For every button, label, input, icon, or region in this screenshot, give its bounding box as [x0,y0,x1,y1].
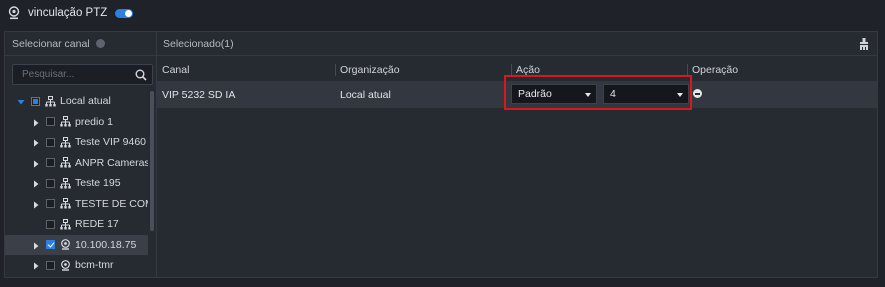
tree-item[interactable]: ANPR Cameras [5,153,148,174]
tree-item-label: Teste VIP 9460 IA+ FT [75,136,148,149]
tree-item[interactable]: predio 1 [5,112,148,133]
cell-organizacao: Local atual [340,88,391,101]
tree-item[interactable]: bcm-tmr [5,255,148,276]
ptz-camera-icon [8,6,20,20]
tree-item-checkbox[interactable] [46,158,55,168]
ptz-link-toggle[interactable] [115,8,134,18]
tree-item-label: Local atual [60,95,111,108]
device-icon [60,239,71,250]
org-tree-icon [60,157,71,168]
tree-item-label: 10.100.18.75 [75,238,137,251]
column-header-organizacao: Organização [335,61,511,79]
caret-right-icon[interactable] [32,118,40,127]
column-header-operacao: Operação [687,61,877,79]
org-tree-icon [60,116,71,127]
search-input[interactable] [13,65,128,84]
tree-item[interactable]: Local atual [5,91,148,112]
tree-item-label: TESTE DE COMPATIB [75,197,148,210]
tree-item[interactable]: Teste 195 [5,173,148,194]
tree-item-label: REDE 17 [75,218,119,231]
selected-header: Selecionado(1) [157,32,877,56]
remove-icon[interactable] [693,89,702,98]
device-icon [60,259,71,271]
cell-canal: VIP 5232 SD IA [162,88,236,101]
tree-item-label: bcm-tmr [75,259,114,272]
tree-item-checkbox[interactable] [46,260,55,270]
caret-right-icon[interactable] [32,241,40,250]
channel-select-title: Selecionar canal [12,37,90,50]
tree-item[interactable]: REDE 17 [5,214,148,235]
search-box [12,64,153,85]
tree-item-checkbox[interactable] [46,199,55,209]
tree-item-checkbox[interactable] [46,240,55,250]
tree-item-checkbox[interactable] [46,137,55,147]
org-tree-icon [60,177,71,189]
caret-right-icon[interactable] [32,261,40,270]
info-icon[interactable] [95,39,105,48]
caret-right-icon[interactable] [32,138,40,147]
caret-right-icon[interactable] [32,200,40,209]
tree-item-checkbox[interactable] [46,219,55,229]
column-header-canal: Canal [162,64,190,76]
tree-item-checkbox[interactable] [31,96,40,106]
selected-title: Selecionado(1) [163,37,234,50]
tree-item-label: predio 1 [75,115,113,128]
caret-down-icon[interactable] [17,97,25,105]
tree-item-checkbox[interactable] [46,178,55,188]
channel-tree: Local atual predio 1 Teste VIP 9460 IA+ FT… [5,91,148,276]
tree-vertical-scrollbar[interactable] [150,91,154,231]
tree-item-checkbox[interactable] [46,117,55,127]
tree-item[interactable]: TESTE DE COMPATIB [5,194,148,215]
caret-right-icon[interactable] [32,159,40,168]
tree-item-label: ANPR Cameras [75,156,148,169]
tree-item[interactable]: 10.100.18.75 [5,234,148,255]
channel-select-header: Selecionar canal [5,32,156,56]
search-icon[interactable] [135,69,147,81]
highlight-annotation-box [504,75,692,110]
page-title: vinculação PTZ [28,7,108,19]
tree-item-label: Teste 195 [75,177,121,190]
clear-all-icon[interactable] [859,38,869,50]
selected-panel: Selecionado(1) Canal Organização Ação Op… [156,31,878,278]
org-tree-icon [60,218,71,230]
caret-right-icon[interactable] [32,179,40,188]
header-bar: vinculação PTZ [0,0,885,26]
tree-item[interactable]: Teste VIP 9460 IA+ FT [5,132,148,153]
org-tree-icon [60,136,71,148]
org-tree-icon [45,95,56,107]
channel-select-panel: Selecionar canal Local atual predio 1 Test… [4,31,157,278]
org-tree-icon [60,198,71,209]
